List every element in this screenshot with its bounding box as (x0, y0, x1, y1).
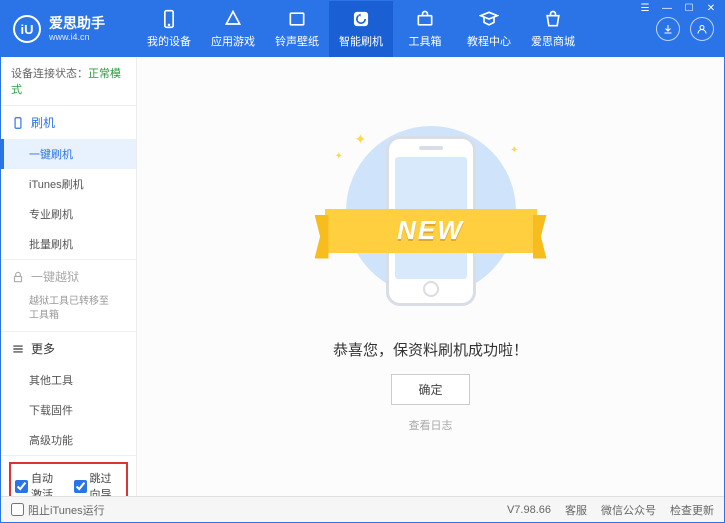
view-log-link[interactable]: 查看日志 (409, 417, 453, 433)
phone-icon (159, 9, 179, 29)
close-icon[interactable]: ✕ (704, 3, 718, 14)
nav-label: 我的设备 (147, 33, 191, 49)
connection-status: 设备连接状态：正常模式 (1, 57, 136, 106)
nav-store[interactable]: 爱思商城 (521, 1, 585, 57)
menu-lines-icon (11, 342, 25, 356)
nav-toolbox[interactable]: 工具箱 (393, 1, 457, 57)
jailbreak-note: 越狱工具已转移至 工具箱 (1, 293, 136, 331)
apps-icon (223, 9, 243, 29)
brand-logo-icon: iU (13, 15, 41, 43)
sidebar-item-oneclick-flash[interactable]: 一键刷机 (1, 139, 136, 169)
sidebar-item-advanced[interactable]: 高级功能 (1, 425, 136, 455)
toolbox-icon (415, 9, 435, 29)
phone-small-icon (11, 116, 25, 130)
nav-tutorials[interactable]: 教程中心 (457, 1, 521, 57)
tutorial-icon (479, 9, 499, 29)
sidebar-head-jailbreak[interactable]: 一键越狱 (1, 260, 136, 293)
sparkle-icon: ✦ (355, 131, 367, 148)
sidebar-head-flash[interactable]: 刷机 (1, 106, 136, 139)
nav-label: 爱思商城 (531, 33, 575, 49)
sidebar-item-batch-flash[interactable]: 批量刷机 (1, 229, 136, 259)
sidebar-item-itunes-flash[interactable]: iTunes刷机 (1, 169, 136, 199)
titlebar: iU 爱思助手 www.i4.cn 我的设备 应用游戏 铃声壁纸 智能刷机 (1, 1, 724, 57)
maximize-icon[interactable]: ☐ (682, 3, 696, 14)
sidebar: 设备连接状态：正常模式 刷机 一键刷机 iTunes刷机 专业刷机 批量刷机 一… (1, 57, 137, 496)
nav-label: 铃声壁纸 (275, 33, 319, 49)
lock-icon (11, 270, 25, 284)
flash-icon (351, 9, 371, 29)
sidebar-item-download-fw[interactable]: 下载固件 (1, 395, 136, 425)
nav-label: 应用游戏 (211, 33, 255, 49)
sidebar-head-more[interactable]: 更多 (1, 332, 136, 365)
app-window: ☰ — ☐ ✕ iU 爱思助手 www.i4.cn 我的设备 应用游戏 铃声壁纸 (0, 0, 725, 523)
sidebar-head-label: 刷机 (31, 114, 55, 131)
menu-icon[interactable]: ☰ (638, 3, 652, 14)
success-illustration: ✦ ✦ ✦ NEW (331, 121, 531, 321)
download-button[interactable] (656, 17, 680, 41)
nav-ringtones[interactable]: 铃声壁纸 (265, 1, 329, 57)
main-nav: 我的设备 应用游戏 铃声壁纸 智能刷机 工具箱 教程中心 (137, 1, 646, 57)
window-controls: ☰ — ☐ ✕ (638, 3, 718, 14)
sparkle-icon: ✦ (510, 145, 518, 156)
footer: 阻止iTunes运行 V7.98.66 客服 微信公众号 检查更新 (1, 496, 724, 522)
customer-service-link[interactable]: 客服 (565, 502, 587, 518)
wallpaper-icon (287, 9, 307, 29)
nav-smart-flash[interactable]: 智能刷机 (329, 1, 393, 57)
sidebar-item-other-tools[interactable]: 其他工具 (1, 365, 136, 395)
nav-apps-games[interactable]: 应用游戏 (201, 1, 265, 57)
block-itunes-checkbox[interactable]: 阻止iTunes运行 (11, 502, 105, 518)
nav-label: 智能刷机 (339, 33, 383, 49)
minimize-icon[interactable]: — (660, 3, 674, 14)
nav-label: 工具箱 (409, 33, 442, 49)
titlebar-actions (646, 17, 724, 41)
ok-button[interactable]: 确定 (391, 374, 469, 405)
check-update-link[interactable]: 检查更新 (670, 502, 714, 518)
store-icon (543, 9, 563, 29)
nav-label: 教程中心 (467, 33, 511, 49)
main-content: ✦ ✦ ✦ NEW 恭喜您，保资料刷机成功啦！ 确定 查看日志 (137, 57, 724, 496)
status-label: 设备连接状态： (11, 68, 88, 80)
user-button[interactable] (690, 17, 714, 41)
wechat-link[interactable]: 微信公众号 (601, 502, 656, 518)
sparkle-icon: ✦ (335, 151, 343, 162)
nav-my-device[interactable]: 我的设备 (137, 1, 201, 57)
sidebar-head-label: 一键越狱 (31, 268, 79, 285)
new-ribbon: NEW (325, 209, 537, 253)
version-label: V7.98.66 (507, 504, 551, 516)
sidebar-head-label: 更多 (31, 340, 55, 357)
brand: iU 爱思助手 www.i4.cn (1, 15, 137, 43)
sidebar-item-pro-flash[interactable]: 专业刷机 (1, 199, 136, 229)
brand-url: www.i4.cn (49, 32, 105, 43)
brand-title: 爱思助手 (49, 15, 105, 32)
success-message: 恭喜您，保资料刷机成功啦！ (333, 339, 528, 360)
